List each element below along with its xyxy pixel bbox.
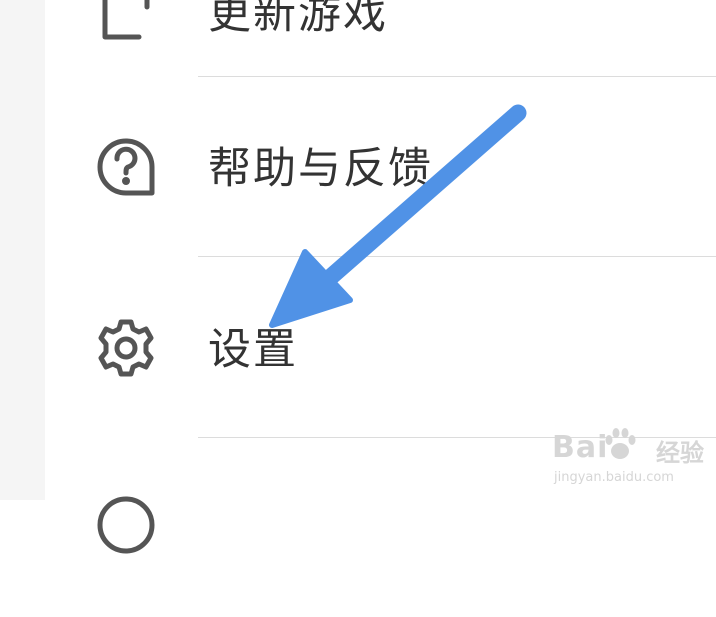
settings-menu: 更新游戏 帮助与反馈 设置 <box>45 0 716 554</box>
partial-icon <box>95 494 157 556</box>
menu-item-label: 帮助与反馈 <box>208 144 433 194</box>
help-feedback-icon <box>95 136 157 198</box>
menu-item-label: 设置 <box>208 325 298 375</box>
divider <box>198 437 716 438</box>
divider <box>198 76 716 77</box>
gear-icon <box>95 317 157 379</box>
left-panel-edge <box>0 0 45 500</box>
menu-item-label: 更新游戏 <box>208 0 388 39</box>
menu-item-next[interactable] <box>45 437 716 617</box>
update-icon <box>95 0 157 47</box>
divider <box>198 256 716 257</box>
menu-item-update-game[interactable]: 更新游戏 <box>45 0 716 87</box>
menu-item-help-feedback[interactable]: 帮助与反馈 <box>45 77 716 257</box>
menu-item-settings[interactable]: 设置 <box>45 257 716 437</box>
